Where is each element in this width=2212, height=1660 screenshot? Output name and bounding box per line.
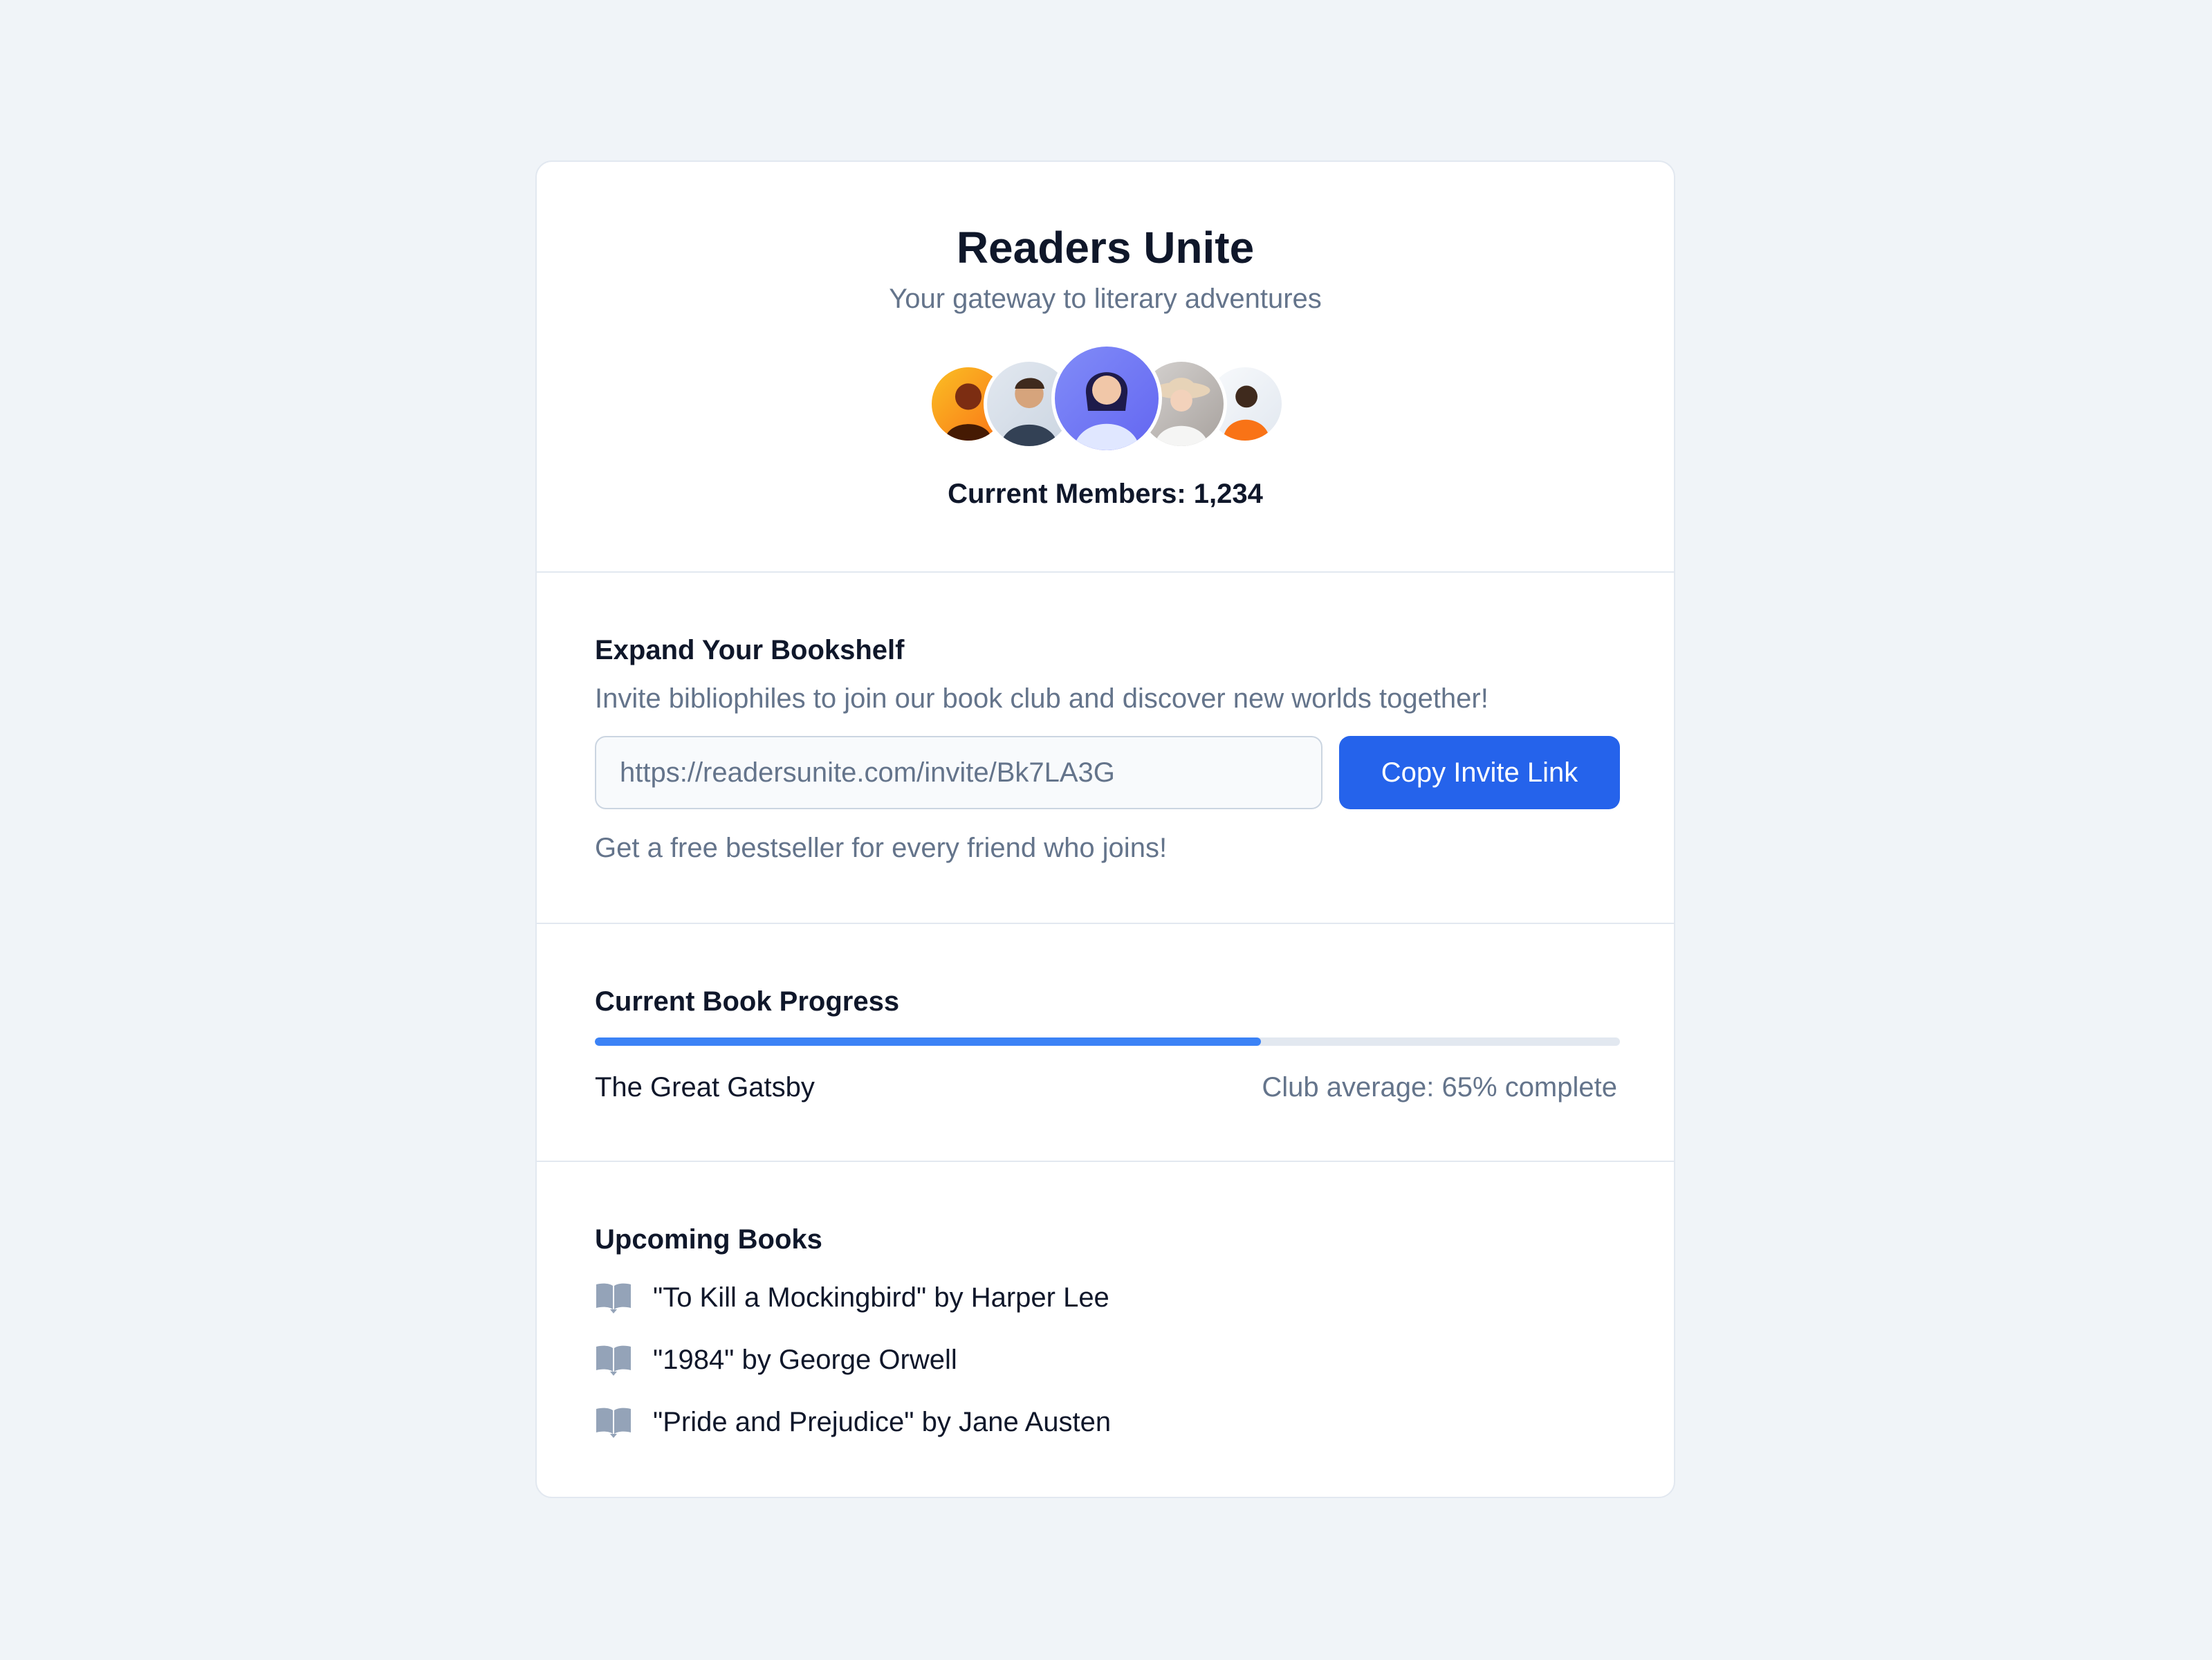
progress-heading: Current Book Progress — [595, 986, 900, 1017]
section-divider — [537, 1161, 1674, 1162]
invite-heading: Expand Your Bookshelf — [595, 635, 905, 665]
member-count: Current Members: 1,234 — [948, 479, 1263, 509]
upcoming-heading: Upcoming Books — [595, 1224, 822, 1255]
upcoming-book-item: "To Kill a Mockingbird" by Harper Lee — [595, 1277, 1109, 1318]
upcoming-book-item: "1984" by George Orwell — [595, 1339, 957, 1381]
club-title: Readers Unite — [956, 223, 1255, 273]
invite-description: Invite bibliophiles to join our book clu… — [595, 683, 1489, 714]
club-average-status: Club average: 65% complete — [1262, 1072, 1617, 1103]
club-tagline: Your gateway to literary adventures — [889, 284, 1322, 314]
upcoming-book-text: "To Kill a Mockingbird" by Harper Lee — [653, 1282, 1109, 1313]
member-avatar-3 — [1051, 343, 1162, 454]
invite-link-field[interactable] — [595, 736, 1322, 809]
book-open-icon — [596, 1283, 631, 1313]
current-book-title: The Great Gatsby — [595, 1072, 815, 1103]
copy-invite-link-button[interactable]: Copy Invite Link — [1339, 736, 1620, 809]
person-avatar-icon — [1073, 372, 1140, 450]
reading-progress-bar — [595, 1038, 1620, 1046]
book-club-card: Readers Unite Your gateway to literary a… — [535, 160, 1675, 1498]
upcoming-book-text: "1984" by George Orwell — [653, 1345, 957, 1375]
book-open-icon — [596, 1408, 631, 1438]
section-divider — [537, 571, 1674, 573]
section-divider — [537, 923, 1674, 924]
reading-progress-fill — [595, 1038, 1262, 1046]
member-avatars — [537, 343, 1674, 454]
book-open-icon — [596, 1345, 631, 1376]
upcoming-book-text: "Pride and Prejudice" by Jane Austen — [653, 1407, 1112, 1437]
upcoming-book-item: "Pride and Prejudice" by Jane Austen — [595, 1401, 1111, 1443]
invite-reward-text: Get a free bestseller for every friend w… — [595, 833, 1168, 863]
